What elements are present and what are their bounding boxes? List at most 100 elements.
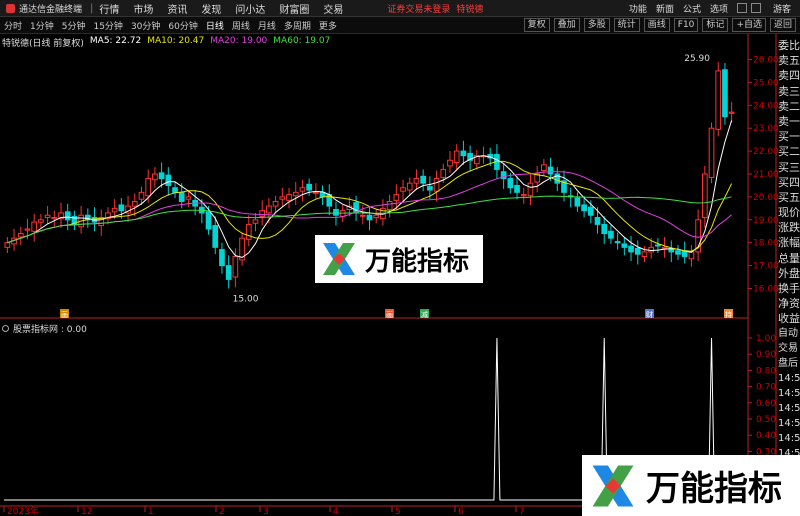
indicator-tick-label: 0.70 <box>756 383 776 393</box>
watermark-corner: 万能指标 <box>582 455 800 516</box>
event-marker-label: 画 <box>61 311 68 319</box>
x-tick-label: 4 <box>333 507 339 516</box>
candle-body <box>366 214 373 221</box>
candle-body <box>641 251 648 257</box>
x-tick-label: 7 <box>519 507 525 516</box>
x-tick-label: 1 <box>148 507 154 516</box>
candle-body <box>688 251 695 260</box>
candle-body <box>205 211 212 230</box>
quote-label: 现价 <box>778 206 800 220</box>
quote-label: 卖五 <box>778 54 800 68</box>
candle-body <box>621 243 628 248</box>
legend-ma20: MA20: 19.00 <box>210 36 268 46</box>
candle-body <box>245 223 252 240</box>
quote-label: 卖二 <box>778 99 800 113</box>
event-marker-label: 持 <box>725 310 732 319</box>
candle-body <box>51 217 58 220</box>
legend-stock: 特锐德(日线 前复权) <box>2 39 84 49</box>
indicator-tick-label: 0.90 <box>756 350 776 360</box>
candle-body <box>333 209 339 216</box>
candle-body <box>252 219 259 224</box>
candle-body <box>413 178 420 184</box>
candle-body <box>4 242 11 248</box>
legend-ma60: MA60: 19.07 <box>273 36 331 46</box>
event-marker-label: 画 <box>386 311 393 319</box>
candle-body <box>38 219 44 223</box>
candle-body <box>165 174 172 186</box>
indicator-tick-label: 0.80 <box>756 366 776 376</box>
quote-label: 卖四 <box>778 69 800 83</box>
quote-label: 总量 <box>778 251 800 265</box>
candle-body <box>386 200 393 211</box>
quote-label: 买三 <box>778 160 800 174</box>
candle-body <box>152 173 158 181</box>
trade-label: 盘后 <box>778 358 798 369</box>
candle-body <box>178 191 185 202</box>
candle-body <box>138 191 145 200</box>
price-tick-label: 26.00 <box>753 55 779 65</box>
price-tick-label: 16.00 <box>753 285 779 295</box>
candle-body <box>111 207 118 213</box>
legend-ma10: MA10: 20.47 <box>147 36 205 46</box>
candle-body <box>655 244 661 247</box>
candle-body <box>581 204 587 212</box>
x-tick-label: 2023年 <box>7 505 39 516</box>
trade-time: 14:5 <box>778 403 800 414</box>
candle-body <box>420 175 426 184</box>
candle-body <box>44 214 51 219</box>
ma20-line <box>7 171 732 244</box>
trade-time: 14:5 <box>778 373 800 384</box>
candle-body <box>406 182 413 191</box>
candle-body <box>453 150 460 164</box>
candle-body <box>648 246 655 253</box>
x-tick-label: 6 <box>458 507 464 516</box>
candle-body <box>272 200 279 207</box>
candle-body <box>507 178 514 189</box>
price-tick-label: 25.00 <box>753 78 779 88</box>
price-tick-label: 18.00 <box>753 239 779 249</box>
candle-body <box>547 166 554 175</box>
candle-body <box>64 211 71 221</box>
candle-body <box>728 111 735 114</box>
candle-body <box>514 184 520 193</box>
trade-time: 14:5 <box>778 388 800 399</box>
legend-ma5: MA5: 22.72 <box>89 36 142 46</box>
x-tick-label: 5 <box>395 507 401 516</box>
price-tick-label: 21.00 <box>753 170 779 180</box>
candle-body <box>675 250 681 255</box>
x-tick-label: 3 <box>263 507 269 516</box>
price-annotation: 25.90 <box>684 54 710 64</box>
indicator-tick-label: 0.40 <box>756 431 776 441</box>
candle-body <box>447 159 453 167</box>
chart-legend: 特锐德(日线 前复权) MA5: 22.72 MA10: 20.47 MA20:… <box>2 36 330 49</box>
x-tick-label: 2 <box>219 507 225 516</box>
candle-body <box>433 178 440 192</box>
quote-label: 卖三 <box>778 84 800 98</box>
candle-body <box>118 204 125 212</box>
quote-label: 买五 <box>778 190 800 204</box>
candle-body <box>225 265 232 280</box>
watermark-text: 万能指标 <box>365 246 470 277</box>
candle-body <box>259 210 266 217</box>
quote-label: 外盘 <box>778 266 800 280</box>
candle-body <box>299 187 306 192</box>
candle-body <box>131 200 138 207</box>
candle-body <box>427 186 433 191</box>
price-tick-label: 24.00 <box>753 101 779 111</box>
indicator-toggle-icon[interactable] <box>2 325 9 332</box>
candle-body <box>541 164 547 172</box>
candle-body <box>601 223 608 235</box>
candle-body <box>614 241 621 244</box>
candle-body <box>708 127 715 178</box>
candle-body <box>172 187 178 193</box>
quote-label: 涨跌 <box>778 221 800 235</box>
price-annotation: 15.00 <box>233 294 259 304</box>
quote-label: 买二 <box>778 145 800 159</box>
indicator-tick-label: 0.60 <box>756 399 776 409</box>
event-marker-label: 减 <box>421 310 428 319</box>
candle-body <box>306 183 312 191</box>
candle-body <box>359 214 366 217</box>
quote-label: 卖一 <box>778 114 800 128</box>
candle-body <box>393 194 400 201</box>
candle-body <box>219 249 225 267</box>
